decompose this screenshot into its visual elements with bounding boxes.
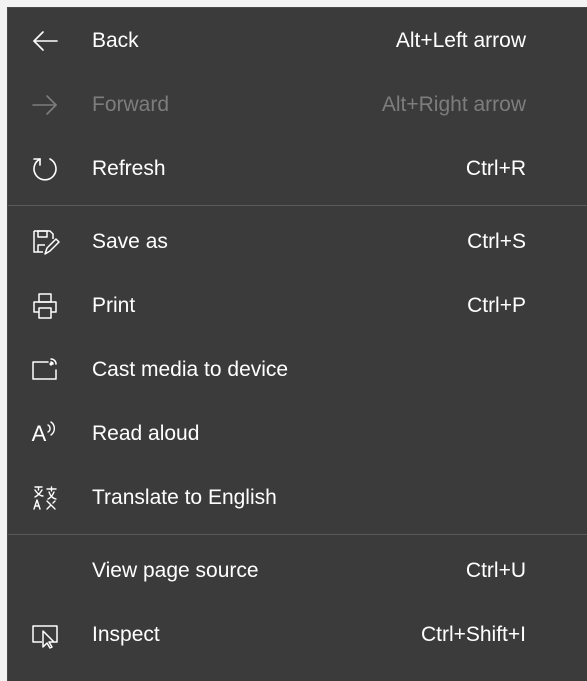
menu-item-cast-media[interactable]: Cast media to device (8, 338, 587, 402)
menu-item-save-as[interactable]: Save as Ctrl+S (8, 210, 587, 274)
menu-item-read-aloud[interactable]: A Read aloud (8, 402, 587, 466)
menu-item-inspect[interactable]: Inspect Ctrl+Shift+I (8, 603, 587, 667)
menu-divider (8, 205, 587, 206)
menu-item-shortcut: Alt+Left arrow (395, 29, 526, 52)
menu-divider (8, 534, 587, 535)
translate-icon (30, 483, 60, 513)
read-aloud-glyph: A (31, 421, 47, 446)
read-aloud-icon: A (30, 419, 60, 449)
menu-item-label: Read aloud (92, 422, 200, 445)
menu-item-label: Forward (92, 93, 170, 116)
printer-icon (30, 291, 60, 321)
menu-item-label: Cast media to device (92, 358, 289, 381)
menu-item-label: Print (92, 294, 136, 317)
refresh-icon (30, 154, 60, 184)
arrow-right-icon (30, 90, 60, 120)
context-menu: Back Alt+Left arrow Forward Alt+Right ar… (7, 7, 587, 681)
menu-item-label: Translate to English (92, 486, 277, 509)
menu-item-shortcut: Ctrl+Shift+I (420, 623, 526, 646)
menu-item-shortcut: Ctrl+P (467, 294, 526, 317)
menu-item-label: Refresh (92, 157, 166, 180)
menu-item-back[interactable]: Back Alt+Left arrow (8, 9, 587, 73)
menu-item-shortcut: Ctrl+R (465, 157, 526, 180)
menu-item-label: Save as (92, 230, 168, 253)
menu-item-print[interactable]: Print Ctrl+P (8, 274, 587, 338)
menu-item-shortcut: Ctrl+U (465, 559, 526, 582)
menu-item-label: Inspect (92, 623, 160, 646)
menu-item-shortcut: Alt+Right arrow (381, 93, 526, 116)
menu-item-label: Back (92, 29, 139, 52)
menu-item-forward[interactable]: Forward Alt+Right arrow (8, 73, 587, 137)
inspect-icon (30, 620, 60, 650)
menu-item-view-source[interactable]: View page source Ctrl+U (8, 539, 587, 603)
menu-item-refresh[interactable]: Refresh Ctrl+R (8, 137, 587, 201)
arrow-left-icon (30, 26, 60, 56)
menu-item-translate[interactable]: Translate to English (8, 466, 587, 530)
menu-item-label: View page source (92, 559, 259, 582)
menu-item-shortcut: Ctrl+S (467, 230, 526, 253)
save-as-icon (30, 227, 60, 257)
cast-icon (30, 355, 60, 385)
